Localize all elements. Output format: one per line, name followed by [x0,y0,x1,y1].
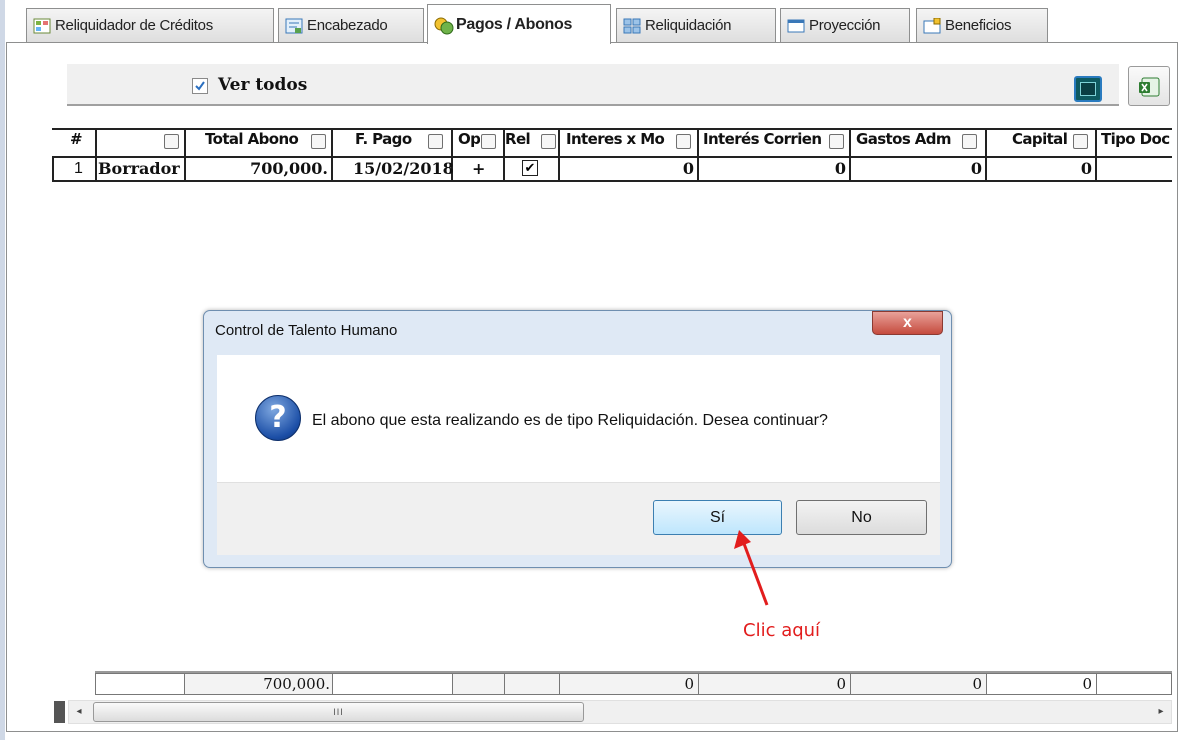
tab-reliquidador-creditos[interactable]: Reliquidador de Créditos [26,8,274,42]
cell-capital[interactable]: 0 [990,157,1092,181]
tab-label: Pagos / Abonos [456,15,573,33]
totals-total-abono: 700,000. [185,673,333,695]
grid-divider [558,128,560,182]
question-icon: ? [255,395,301,441]
color-square-button[interactable] [1074,76,1102,102]
col-rel-checkbox[interactable] [541,134,556,149]
col-header-num: # [70,130,82,148]
dialog-message: El abono que esta realizando es de tipo … [312,412,828,429]
cell-interes-mora[interactable]: 0 [562,157,694,181]
col-header-gastos: Gastos Adm [856,130,952,148]
scroll-left-arrow-icon[interactable]: ◂ [70,702,88,722]
col-interes-mora-checkbox[interactable] [676,134,691,149]
grid-divider [985,128,987,182]
col-estado-checkbox[interactable] [164,134,179,149]
grid-divider [697,128,699,182]
totals-estado [95,673,185,695]
checkmark-icon: ✔ [524,160,536,175]
col-header-interes-corriente: Interés Corrien [703,130,822,148]
cell-row-number: 1 [74,160,83,177]
totals-interes-mora: 0 [560,673,699,695]
tab-proyeccion[interactable]: Proyección [780,8,910,42]
col-header-op: Op [458,130,480,148]
form-icon [285,18,303,34]
excel-export-button[interactable] [1128,66,1170,106]
payments-icon [434,17,454,34]
grid-divider [1095,128,1097,182]
ver-todos-checkbox[interactable] [192,78,208,94]
recalc-icon [623,18,641,34]
dialog-title: Control de Talento Humano [215,322,398,339]
annotation-text: Clic aquí [743,620,821,641]
col-op-checkbox[interactable] [481,134,496,149]
col-header-total: Total Abono [205,130,299,148]
tab-label: Reliquidación [645,17,732,34]
col-interes-corriente-checkbox[interactable] [829,134,844,149]
tab-label: Proyección [809,17,881,34]
col-header-fecha: F. Pago [355,130,412,148]
col-capital-checkbox[interactable] [1073,134,1088,149]
scroll-thumb[interactable]: III [93,702,584,722]
tab-label: Reliquidador de Créditos [55,17,213,34]
tab-label: Encabezado [307,17,388,34]
tab-pagos-abonos[interactable]: Pagos / Abonos [427,4,611,44]
totals-rel [505,673,560,695]
grid-divider [503,128,505,182]
benefits-icon [923,17,941,34]
tab-label: Beneficios [945,17,1012,34]
dialog-close-button[interactable]: x [872,311,943,335]
tab-reliquidacion[interactable]: Reliquidación [616,8,776,42]
col-header-capital: Capital [1012,130,1068,148]
grid-divider [95,128,97,182]
cell-interes-corriente[interactable]: 0 [702,157,846,181]
scroll-grip-icon: III [333,707,344,717]
excel-icon [1139,77,1160,97]
tab-beneficios[interactable]: Beneficios [916,8,1048,42]
no-button[interactable]: No [796,500,927,535]
col-fecha-checkbox[interactable] [428,134,443,149]
cell-op[interactable]: + [472,157,485,181]
row-selector-marker [54,701,65,723]
totals-fecha [333,673,453,695]
cell-gastos[interactable]: 0 [854,157,982,181]
totals-interes-corriente: 0 [699,673,851,695]
grid-divider [849,128,851,182]
window-icon [787,18,805,34]
cell-rel-checkbox[interactable]: ✔ [522,160,538,176]
grid-divider [331,128,333,182]
col-total-checkbox[interactable] [311,134,326,149]
totals-gastos: 0 [851,673,987,695]
square-icon [1080,82,1096,96]
scroll-right-arrow-icon[interactable]: ▸ [1152,702,1170,722]
cell-fecha-pago[interactable]: 15/02/2018 [353,157,454,181]
window-frame [0,0,5,740]
annotation-arrow-icon [734,530,769,606]
totals-capital: 0 [987,673,1097,695]
cell-total-abono[interactable]: 700,000. [188,157,328,181]
totals-op [453,673,505,695]
col-header-tipo-doc: Tipo Doc [1101,130,1170,148]
grid-icon [33,18,51,34]
ver-todos-label: Ver todos [218,75,308,95]
close-icon: x [903,314,912,331]
check-icon [195,81,205,91]
totals-tipo-doc [1097,673,1172,695]
col-header-interes-mora: Interes x Mo [566,130,665,148]
cell-estado[interactable]: Borrador [98,157,180,181]
tab-encabezado[interactable]: Encabezado [278,8,424,42]
grid-divider [184,128,186,182]
col-header-rel: Rel [505,130,531,148]
col-gastos-checkbox[interactable] [962,134,977,149]
